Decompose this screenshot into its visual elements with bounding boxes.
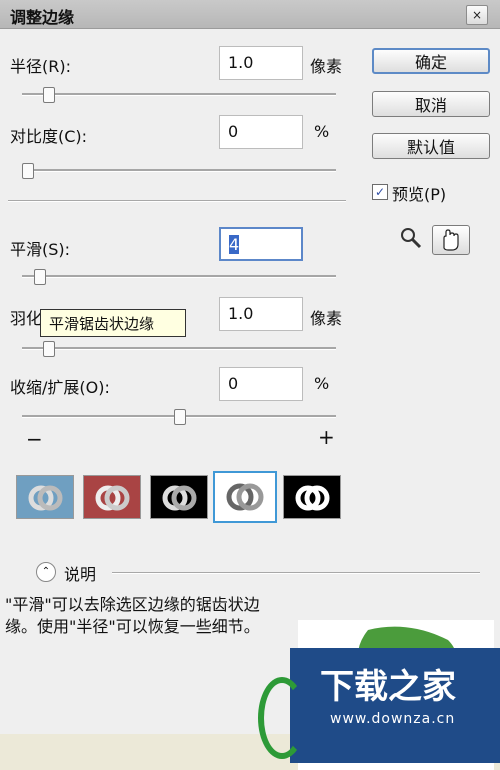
feather-field[interactable]: 1.0 [219, 297, 303, 331]
watermark-title: 下载之家 [320, 667, 456, 707]
smooth-slider-track[interactable] [22, 275, 336, 278]
contrast-slider-thumb[interactable] [22, 163, 34, 179]
zoom-tool-icon[interactable] [400, 227, 422, 253]
view-mode-mask[interactable] [283, 475, 341, 519]
smooth-slider-thumb[interactable] [34, 269, 47, 285]
preview-label: 预览(P) [392, 185, 447, 204]
smooth-label: 平滑(S): [10, 240, 71, 259]
feather-slider-thumb[interactable] [43, 341, 56, 357]
radius-field[interactable]: 1.0 [219, 46, 303, 80]
description-toggle[interactable]: 说明 [64, 561, 96, 585]
smooth-field[interactable]: 4 [219, 227, 303, 261]
ok-button[interactable]: 确定 [372, 48, 490, 74]
view-mode-quick-mask[interactable] [83, 475, 141, 519]
minus-icon: − [26, 427, 43, 451]
radius-slider-thumb[interactable] [43, 87, 56, 103]
description-divider [112, 572, 480, 574]
smooth-value: 4 [229, 235, 240, 254]
watermark-logo-icon [258, 677, 306, 759]
contract-slider-thumb[interactable] [174, 409, 186, 425]
radius-slider-track[interactable] [22, 93, 336, 96]
contrast-label: 对比度(C): [10, 127, 88, 146]
hand-tool-icon[interactable] [432, 225, 470, 255]
expand-description-icon[interactable]: ⌃ [36, 562, 56, 582]
section-divider [8, 200, 346, 202]
view-mode-on-black[interactable] [150, 475, 208, 519]
view-mode-on-white[interactable] [213, 471, 277, 523]
contrast-slider-track[interactable] [22, 169, 336, 172]
contract-label: 收缩/扩展(O): [10, 378, 110, 397]
default-button[interactable]: 默认值 [372, 133, 490, 159]
close-icon: × [471, 8, 483, 22]
preview-checkbox[interactable]: ✓ [372, 184, 388, 200]
dialog-body: 半径(R): 1.0 像素 对比度(C): 0 % 平滑(S): 4 羽化(F)… [0, 29, 500, 770]
plus-icon: + [318, 425, 335, 449]
contract-unit: % [314, 374, 330, 393]
radius-unit: 像素 [310, 57, 343, 76]
feather-unit: 像素 [310, 309, 343, 328]
feather-slider-track[interactable] [22, 347, 336, 350]
view-mode-standard[interactable] [16, 475, 74, 519]
dialog-title: 调整边缘 [10, 8, 75, 27]
contrast-unit: % [314, 122, 330, 141]
contract-field[interactable]: 0 [219, 367, 303, 401]
title-bar: 调整边缘 × [0, 0, 500, 29]
radius-label: 半径(R): [10, 57, 71, 76]
description-text: "平滑"可以去除选区边缘的锯齿状边缘。使用"半径"可以恢复一些细节。 [5, 595, 260, 636]
tooltip: 平滑锯齿状边缘 [40, 309, 186, 337]
watermark-site: www.downza.cn [330, 711, 456, 727]
cancel-button[interactable]: 取消 [372, 91, 490, 117]
contrast-field[interactable]: 0 [219, 115, 303, 149]
close-button[interactable]: × [466, 5, 488, 25]
